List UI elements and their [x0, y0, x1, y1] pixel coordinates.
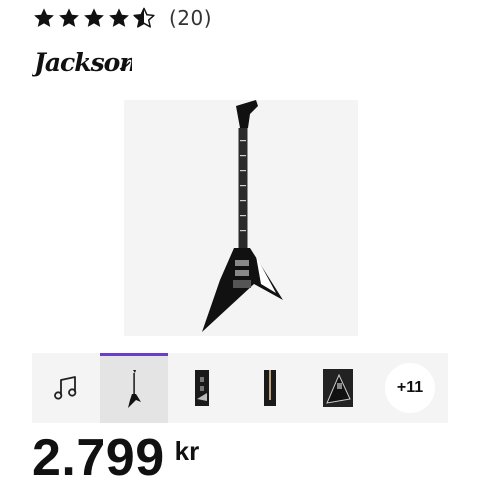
rating-count: (20) [169, 6, 213, 30]
thumbnail-guitar-body-angle[interactable] [304, 353, 372, 423]
more-images-badge[interactable]: +11 [385, 363, 435, 413]
guitar-body-angle-icon [323, 369, 353, 407]
music-note-icon [54, 376, 77, 400]
thumbnail-guitar-full[interactable] [100, 353, 168, 423]
product-main-image[interactable] [124, 100, 358, 336]
guitar-headstock-icon [264, 370, 276, 406]
star-full-icon [34, 8, 54, 27]
brand-logo-jackson[interactable]: Jackson [32, 44, 132, 80]
price-amount: 2.799 [32, 429, 165, 487]
thumbnail-audio[interactable] [32, 353, 100, 423]
product-rating[interactable]: (20) [33, 6, 212, 30]
guitar-body-icon [195, 370, 209, 406]
star-half-icon [133, 7, 155, 28]
thumbnail-guitar-headstock[interactable] [236, 353, 304, 423]
star-full-icon [84, 8, 104, 27]
product-price: 2.799 kr [32, 426, 199, 490]
star-full-icon [59, 8, 79, 27]
rating-stars [33, 7, 155, 29]
price-currency: kr [174, 436, 200, 466]
star-full-icon [109, 8, 129, 27]
guitar-full-icon [128, 369, 141, 408]
thumbnail-more[interactable]: +11 [372, 353, 448, 423]
thumbnail-guitar-body[interactable] [168, 353, 236, 423]
svg-text:Jackson: Jackson [32, 48, 132, 77]
thumbnail-strip: +11 [32, 353, 448, 423]
guitar-image [202, 100, 283, 332]
